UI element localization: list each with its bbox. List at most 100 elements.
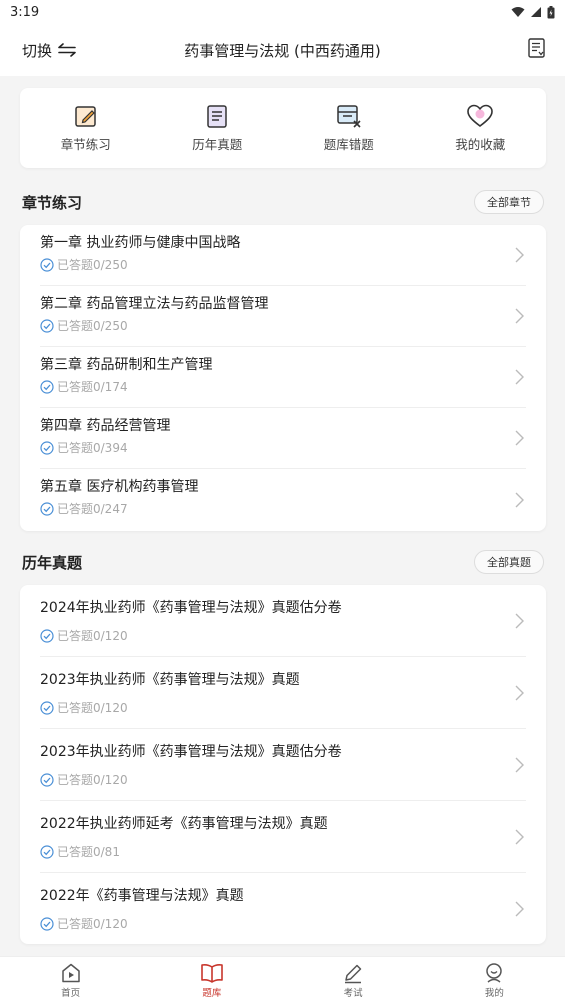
nav-question-bank[interactable]: 题库 [141, 957, 282, 1004]
list-item[interactable]: 2024年执业药师《药事管理与法规》真题估分卷 已答题0/120 [40, 585, 526, 657]
progress-text: 已答题0/120 [57, 701, 128, 715]
check-circle-icon [40, 916, 54, 931]
all-papers-button[interactable]: 全部真题 [474, 550, 544, 574]
chevron-right-icon [515, 492, 524, 507]
quick-action-wrong-questions[interactable]: 题库错题 [283, 88, 415, 168]
list-item[interactable]: 第四章 药品经营管理 已答题0/394 [40, 408, 526, 469]
chevron-right-icon [515, 757, 524, 772]
check-circle-icon [40, 844, 54, 859]
list-item[interactable]: 2022年执业药师延考《药事管理与法规》真题 已答题0/81 [40, 801, 526, 873]
quick-action-label: 历年真题 [192, 137, 243, 152]
progress-text: 已答题0/247 [57, 502, 128, 516]
heart-icon [467, 104, 494, 128]
check-circle-icon [40, 257, 54, 272]
app-bar: 切换 药事管理与法规 (中西药通用) [0, 24, 565, 76]
item-progress: 已答题0/120 [40, 699, 526, 716]
nav-label: 题库 [202, 988, 222, 999]
document-icon [528, 38, 545, 58]
switch-button[interactable]: 切换 [22, 40, 76, 61]
wifi-icon [511, 7, 525, 17]
book-icon [201, 964, 223, 983]
item-progress: 已答题0/394 [40, 439, 526, 456]
item-title: 第四章 药品经营管理 [40, 418, 171, 434]
past-papers-list: 2024年执业药师《药事管理与法规》真题估分卷 已答题0/120 2023年执业… [20, 585, 546, 944]
profile-icon [486, 963, 503, 983]
item-title: 第一章 执业药师与健康中国战略 [40, 235, 241, 251]
home-play-icon [61, 963, 80, 983]
check-circle-icon [40, 318, 54, 333]
list-item[interactable]: 第一章 执业药师与健康中国战略 已答题0/250 [40, 225, 526, 286]
item-title: 2024年执业药师《药事管理与法规》真题估分卷 [40, 600, 342, 616]
edit-note-icon [75, 106, 96, 127]
check-circle-icon [40, 628, 54, 643]
list-item[interactable]: 2022年《药事管理与法规》真题 已答题0/120 [40, 873, 526, 945]
item-progress: 已答题0/247 [40, 500, 526, 517]
chevron-right-icon [515, 430, 524, 446]
nav-home[interactable]: 首页 [0, 957, 141, 1004]
check-circle-icon [40, 379, 54, 394]
item-title: 2022年执业药师延考《药事管理与法规》真题 [40, 816, 328, 832]
progress-text: 已答题0/174 [57, 380, 128, 394]
chapter-list: 第一章 执业药师与健康中国战略 已答题0/250 第二章 药品管理立法与药品监督… [20, 225, 546, 531]
quick-action-label: 章节练习 [60, 137, 111, 152]
item-title: 2022年《药事管理与法规》真题 [40, 888, 244, 904]
item-title: 第三章 药品研制和生产管理 [40, 357, 213, 373]
nav-label: 我的 [484, 988, 504, 999]
signal-icon [531, 7, 541, 17]
nav-profile[interactable]: 我的 [424, 957, 565, 1004]
document-list-icon [207, 105, 227, 128]
progress-text: 已答题0/81 [57, 845, 120, 859]
battery-icon [547, 5, 555, 18]
progress-text: 已答题0/120 [57, 773, 128, 787]
item-progress: 已答题0/250 [40, 317, 526, 334]
chapter-section-header: 章节练习 全部章节 [22, 189, 544, 215]
status-bar: 3:19 [0, 0, 565, 24]
section-title: 历年真题 [22, 553, 83, 572]
list-item[interactable]: 第二章 药品管理立法与药品监督管理 已答题0/250 [40, 286, 526, 347]
chevron-right-icon [515, 369, 524, 385]
item-title: 2023年执业药师《药事管理与法规》真题 [40, 672, 300, 688]
item-title: 2023年执业药师《药事管理与法规》真题估分卷 [40, 744, 342, 760]
switch-label: 切换 [22, 41, 53, 60]
list-item[interactable]: 2023年执业药师《药事管理与法规》真题估分卷 已答题0/120 [40, 729, 526, 801]
list-item[interactable]: 第五章 医疗机构药事管理 已答题0/247 [40, 469, 526, 530]
progress-text: 已答题0/120 [57, 629, 128, 643]
page-title: 药事管理与法规 (中西药通用) [184, 41, 381, 60]
check-circle-icon [40, 440, 54, 455]
quick-action-past-papers[interactable]: 历年真题 [152, 88, 284, 168]
section-title: 章节练习 [22, 193, 83, 212]
past-papers-section-header: 历年真题 全部真题 [22, 549, 544, 575]
nav-exam[interactable]: 考试 [283, 957, 424, 1004]
switch-arrows-icon [58, 43, 76, 57]
progress-text: 已答题0/250 [57, 258, 128, 272]
item-progress: 已答题0/120 [40, 915, 526, 932]
list-item[interactable]: 2023年执业药师《药事管理与法规》真题 已答题0/120 [40, 657, 526, 729]
status-time: 3:19 [10, 4, 40, 20]
quick-action-chapter-practice[interactable]: 章节练习 [20, 88, 152, 168]
item-progress: 已答题0/174 [40, 378, 526, 395]
status-icons [511, 5, 555, 19]
list-item[interactable]: 第三章 药品研制和生产管理 已答题0/174 [40, 347, 526, 408]
nav-label: 首页 [61, 988, 81, 999]
chevron-right-icon [515, 247, 524, 263]
all-chapters-button[interactable]: 全部章节 [474, 190, 544, 214]
quick-action-label: 题库错题 [323, 137, 374, 152]
progress-text: 已答题0/394 [57, 441, 128, 455]
chevron-right-icon [515, 685, 524, 700]
item-title: 第五章 医疗机构药事管理 [40, 479, 199, 495]
item-progress: 已答题0/250 [40, 256, 526, 273]
item-progress: 已答题0/120 [40, 771, 526, 788]
quick-actions-card: 章节练习 历年真题 题库错题 我的收藏 [20, 88, 546, 168]
quick-action-favorites[interactable]: 我的收藏 [415, 88, 547, 168]
nav-label: 考试 [343, 988, 363, 999]
check-circle-icon [40, 772, 54, 787]
pencil-icon [345, 964, 362, 984]
check-circle-icon [40, 700, 54, 715]
chevron-right-icon [515, 613, 524, 628]
chevron-right-icon [515, 901, 524, 917]
check-circle-icon [40, 501, 54, 516]
item-progress: 已答题0/81 [40, 843, 526, 860]
progress-text: 已答题0/120 [57, 917, 128, 931]
chevron-right-icon [515, 829, 524, 844]
document-button[interactable] [528, 38, 545, 62]
